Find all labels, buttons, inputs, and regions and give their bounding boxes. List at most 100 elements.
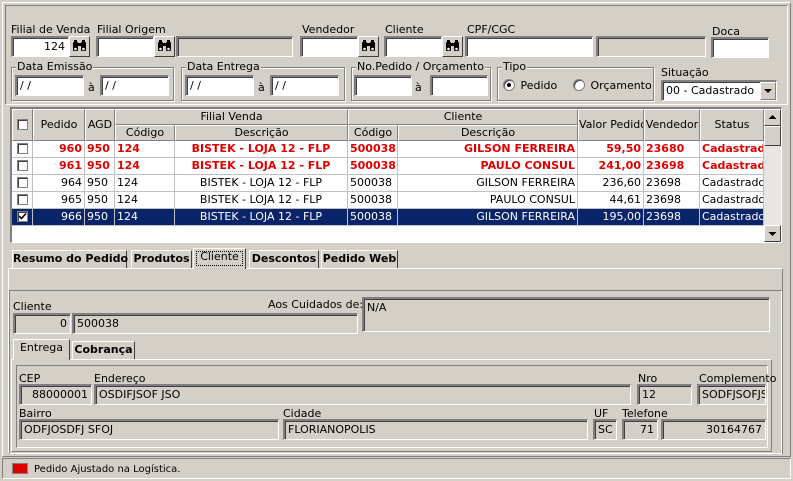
cell-agd: 950: [85, 158, 115, 175]
row-checkbox[interactable]: [16, 177, 28, 188]
complemento-field: SODFJSOFJS: [697, 384, 766, 405]
data-emissao-label: Data Emissão: [16, 60, 94, 73]
cell-vend: 23698: [644, 175, 700, 192]
select-all-checkbox[interactable]: [17, 119, 28, 130]
cell-fdesc: BISTEK - LOJA 12 - FLP: [175, 192, 348, 209]
select-all-header: [12, 109, 33, 141]
pedido-separator: à: [415, 81, 422, 94]
pedido-orcamento-label: No.Pedido / Orçamento: [356, 60, 485, 73]
binoculars-icon: [73, 40, 86, 51]
header-vendedor[interactable]: Vendedor: [644, 109, 700, 141]
binoculars-icon: [446, 40, 459, 51]
row-checkbox[interactable]: [16, 211, 28, 222]
tipo-orcamento-radio[interactable]: Orçamento: [573, 78, 652, 92]
cliente-search-button[interactable]: [442, 36, 463, 57]
tab-cliente[interactable]: Cliente: [193, 248, 246, 269]
telefone-field: 30164767: [661, 419, 766, 440]
cell-vend: 23680: [644, 141, 700, 158]
header-valor-pedido[interactable]: Valor Pedido: [578, 109, 644, 141]
row-checkbox[interactable]: [16, 143, 28, 154]
tab-produtos[interactable]: Produtos: [131, 250, 192, 268]
cell-fcod: 124: [115, 158, 175, 175]
situacao-dropdown-button[interactable]: [760, 82, 776, 100]
tipo-pedido-radio[interactable]: Pedido: [503, 78, 557, 92]
row-checkbox[interactable]: [16, 160, 28, 171]
table-row[interactable]: 965 950 124 BISTEK - LOJA 12 - FLP 500038 PAU…: [12, 192, 764, 209]
cliente-filter-input[interactable]: [384, 36, 442, 57]
cell-valor: 44,61: [578, 192, 644, 209]
scroll-up-button[interactable]: [764, 109, 781, 126]
table-row[interactable]: 961 950 124 BISTEK - LOJA 12 - FLP 500038 PAU…: [12, 158, 764, 175]
situacao-select[interactable]: 00 - Cadastrado: [661, 80, 777, 101]
pedido-from-input[interactable]: [354, 75, 412, 96]
scroll-thumb[interactable]: [764, 126, 781, 146]
cell-status: Cadastrado: [700, 192, 764, 209]
cpf-input[interactable]: [465, 36, 593, 57]
cell-pedido: 966: [33, 209, 85, 226]
cell-agd: 950: [85, 192, 115, 209]
data-emissao-from-input[interactable]: / /: [15, 75, 84, 96]
nro-field: 12: [637, 384, 692, 405]
chevron-down-icon: [764, 89, 772, 93]
cliente-code-field: 0: [13, 313, 71, 334]
cell-valor: 241,00: [578, 158, 644, 175]
cell-agd: 950: [85, 209, 115, 226]
header-cliente-codigo[interactable]: Código: [348, 125, 398, 141]
cell-valor: 59,50: [578, 141, 644, 158]
table-row[interactable]: 964 950 124 BISTEK - LOJA 12 - FLP 500038 GIL…: [12, 175, 764, 192]
cell-cdesc: GILSON FERREIRA: [398, 175, 578, 192]
cell-vend: 23698: [644, 192, 700, 209]
header-pedido[interactable]: Pedido: [33, 109, 85, 141]
cell-fcod: 124: [115, 209, 175, 226]
header-filial-codigo[interactable]: Código: [115, 125, 175, 141]
legend-text: Pedido Ajustado na Logística.: [34, 464, 181, 475]
filial-venda-search-button[interactable]: [69, 36, 90, 57]
cell-pedido: 965: [33, 192, 85, 209]
data-entrega-to-input[interactable]: / /: [270, 75, 339, 96]
header-cliente-descricao[interactable]: Descrição: [398, 125, 578, 141]
scroll-down-button[interactable]: [764, 225, 781, 242]
grid-vertical-scrollbar[interactable]: [764, 109, 781, 242]
table-row[interactable]: 966 950 124 BISTEK - LOJA 12 - FLP 500038 GIL…: [12, 209, 764, 226]
table-row[interactable]: 960 950 124 BISTEK - LOJA 12 - FLP 500038 GIL…: [12, 141, 764, 158]
header-status[interactable]: Status: [700, 109, 764, 141]
cell-vend: 23698: [644, 209, 700, 226]
data-entrega-from-input[interactable]: / /: [185, 75, 254, 96]
filial-origem-description: [176, 36, 293, 57]
situacao-label: Situação: [661, 66, 709, 79]
checkmark-icon: [17, 212, 27, 220]
header-filial-descricao[interactable]: Descrição: [175, 125, 348, 141]
cell-fdesc: BISTEK - LOJA 12 - FLP: [175, 158, 348, 175]
filial-venda-input[interactable]: 124: [11, 36, 69, 57]
tab-resumo-do-pedido[interactable]: Resumo do Pedido: [12, 250, 128, 268]
situacao-value: 00 - Cadastrado: [666, 84, 755, 97]
binoculars-icon: [362, 40, 375, 51]
row-checkbox-cell: [12, 141, 33, 158]
filial-origem-search-button[interactable]: [154, 36, 175, 57]
arrow-down-icon: [768, 232, 777, 236]
cell-status: Cadastrado: [700, 141, 764, 158]
cell-pedido: 960: [33, 141, 85, 158]
cep-field: 88000001: [19, 384, 92, 405]
tab-descontos[interactable]: Descontos: [249, 250, 319, 268]
filial-origem-input[interactable]: [96, 36, 154, 57]
data-entrega-separator: à: [258, 81, 265, 94]
subtab-entrega[interactable]: Entrega: [13, 339, 70, 360]
pedido-to-input[interactable]: [430, 75, 488, 96]
cell-fdesc: BISTEK - LOJA 12 - FLP: [175, 141, 348, 158]
cell-status: Cadastrado: [700, 175, 764, 192]
cliente-name-field: 500038: [72, 313, 358, 334]
cell-fcod: 124: [115, 141, 175, 158]
vendedor-search-button[interactable]: [358, 36, 379, 57]
vendedor-input[interactable]: [300, 36, 358, 57]
header-agd[interactable]: AGD: [85, 109, 115, 141]
row-checkbox[interactable]: [16, 194, 28, 205]
cell-cdesc: GILSON FERREIRA: [398, 209, 578, 226]
tipo-label: Tipo: [502, 60, 528, 73]
subtab-cobranca[interactable]: Cobrança: [72, 341, 135, 359]
tab-pedido-web[interactable]: Pedido Web: [321, 250, 398, 268]
data-emissao-to-input[interactable]: / /: [100, 75, 169, 96]
doca-input[interactable]: [711, 37, 769, 58]
cell-fcod: 124: [115, 175, 175, 192]
cell-agd: 950: [85, 175, 115, 192]
